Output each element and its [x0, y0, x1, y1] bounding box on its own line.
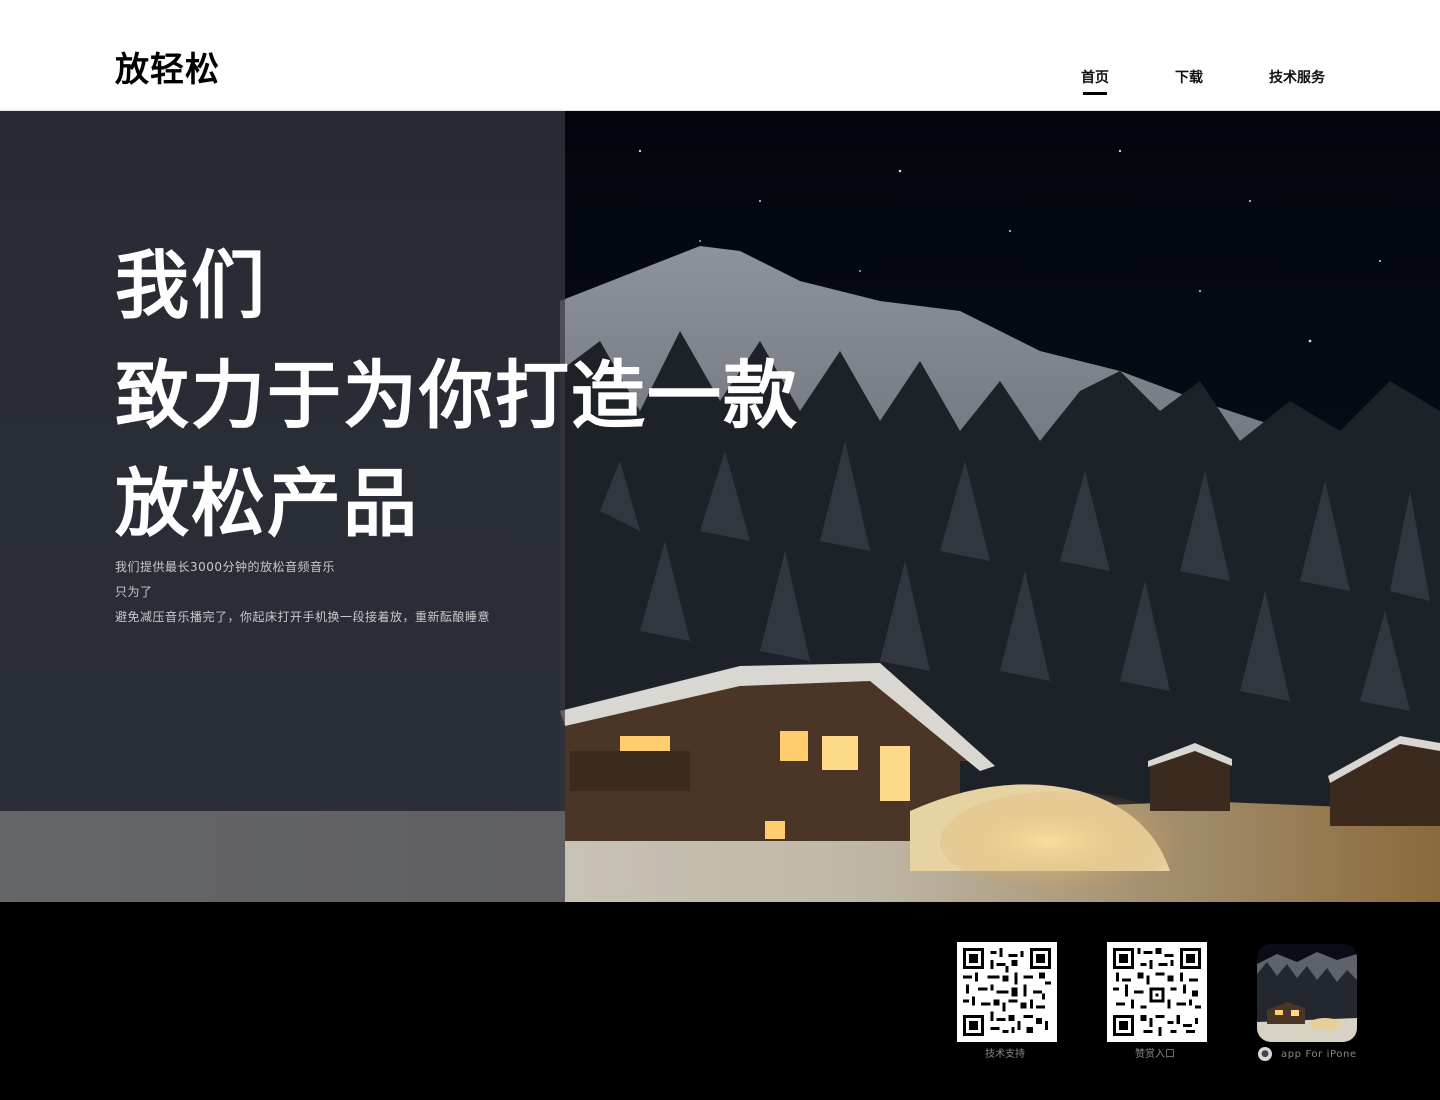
app-caption[interactable]: app For iPone — [1281, 1048, 1357, 1062]
footer: 技术支持 赞赏入口 ● app For iPone — [0, 902, 1440, 1100]
nav-download[interactable]: 下载 — [1175, 68, 1203, 88]
app-thumbnail[interactable] — [1257, 944, 1357, 1042]
hero-headline-line2: 致力于为你打造一款 — [115, 353, 799, 439]
app-thumbnail-image — [1257, 944, 1357, 1042]
hero-subtitle-line2: 只为了 — [115, 585, 153, 599]
qr-code-icon[interactable] — [1107, 942, 1207, 1042]
top-navbar: 放轻松 首页 下载 技术服务 — [0, 0, 1440, 111]
qr-support-pattern — [963, 948, 1051, 1036]
hero-subtitle-line3: 避免减压音乐播完了，你起床打开手机换一段接着放，重新酝酿睡意 — [115, 610, 491, 624]
hero-headline-line1: 我们 — [115, 243, 267, 329]
nav-home[interactable]: 首页 — [1081, 68, 1109, 95]
qr-code-icon[interactable] — [957, 942, 1057, 1042]
qr-donate-pattern — [1113, 948, 1201, 1036]
main-nav: 首页 下载 技术服务 — [0, 68, 1440, 98]
hero-headline-line3: 放松产品 — [115, 461, 419, 547]
apple-icon: ● — [1258, 1047, 1272, 1061]
qr-support-caption: 技术支持 — [985, 1049, 1025, 1060]
hero-subtitle-line1: 我们提供最长3000分钟的放松音频音乐 — [115, 560, 336, 574]
nav-tech-service[interactable]: 技术服务 — [1269, 68, 1325, 88]
hero-section: 我们 致力于为你打造一款 放松产品 我们提供最长3000分钟的放松音频音乐 只为… — [0, 111, 1440, 902]
qr-donate-caption: 赞赏入口 — [1135, 1049, 1175, 1060]
